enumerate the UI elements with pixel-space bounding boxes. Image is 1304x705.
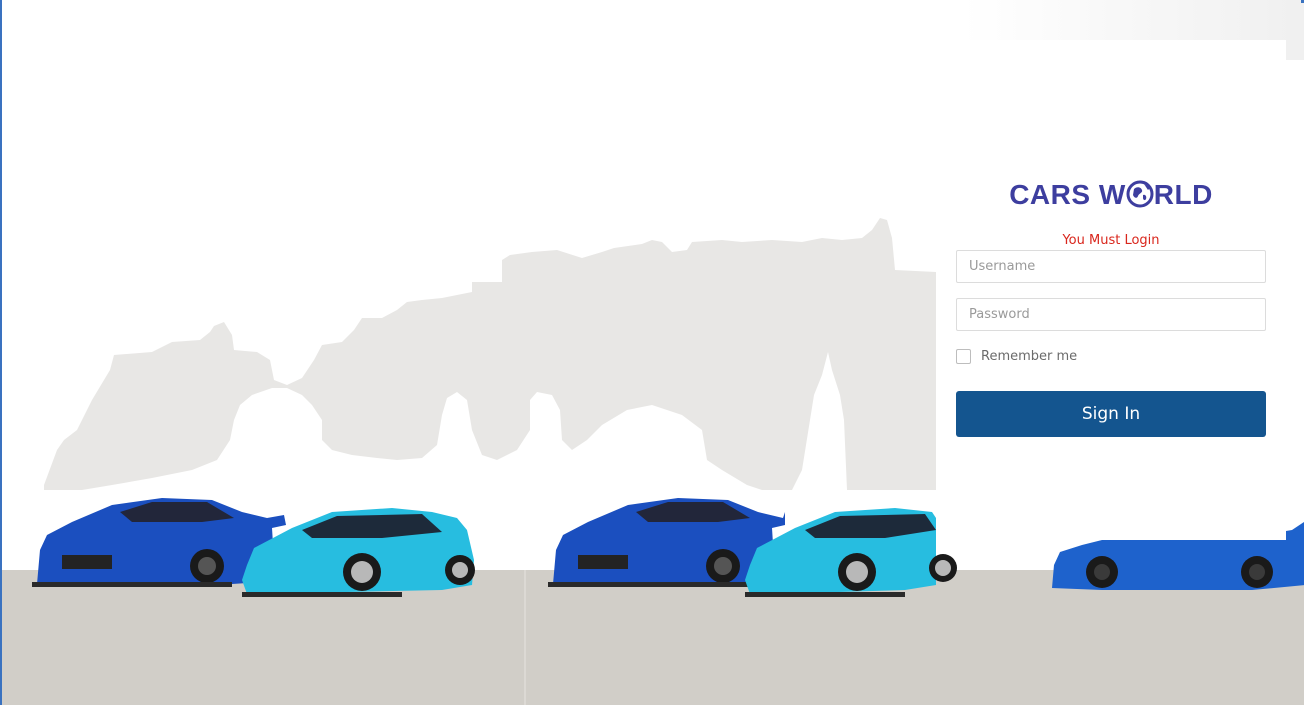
brand-logo-text-right: RLD bbox=[1153, 179, 1213, 210]
ground bbox=[2, 570, 1304, 705]
remember-me-label[interactable]: Remember me bbox=[981, 349, 1077, 364]
ground-seam bbox=[524, 570, 526, 705]
sign-in-button[interactable]: Sign In bbox=[956, 391, 1266, 437]
password-input[interactable] bbox=[956, 298, 1266, 331]
brand-logo-text-left: CARS W bbox=[1009, 179, 1126, 210]
skyline-silhouette bbox=[44, 218, 936, 490]
login-required-message: You Must Login bbox=[1062, 233, 1160, 248]
remember-me-row[interactable]: Remember me bbox=[956, 347, 1077, 365]
username-input[interactable] bbox=[956, 250, 1266, 283]
remember-me-checkbox[interactable] bbox=[956, 348, 971, 364]
brand-logo: CARS W RLD bbox=[936, 178, 1286, 212]
login-card: CARS W RLD You Must Login Remember me Sig… bbox=[936, 40, 1286, 540]
login-page: CARS W RLD You Must Login Remember me Sig… bbox=[0, 0, 1304, 705]
globe-icon bbox=[1126, 180, 1154, 208]
